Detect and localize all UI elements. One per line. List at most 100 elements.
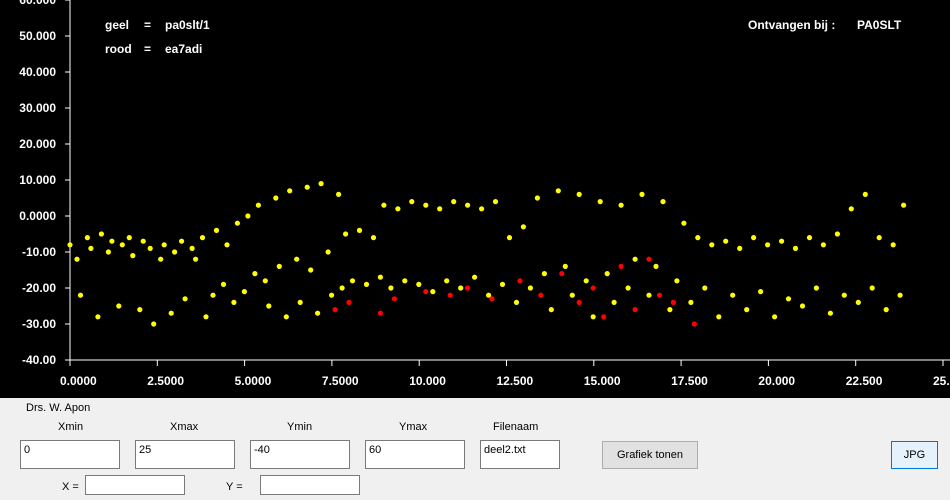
data-point-yellow	[765, 242, 771, 248]
data-point-yellow	[213, 227, 220, 233]
data-point-yellow	[779, 238, 785, 244]
legend-yellow-name: geel	[105, 18, 129, 32]
x-tick-label: 25.	[933, 374, 950, 388]
data-point-red	[670, 299, 677, 305]
data-point-yellow	[562, 263, 568, 269]
data-point-yellow	[74, 256, 80, 262]
data-point-red	[691, 321, 698, 327]
y-coord-field[interactable]	[260, 475, 360, 495]
data-point-yellow	[172, 249, 178, 255]
xmax-input[interactable]: 25	[135, 440, 235, 469]
data-point-yellow	[576, 191, 582, 197]
legend-yellow-station: pa0slt/1	[165, 18, 210, 32]
data-point-yellow	[325, 249, 331, 255]
received-label: Ontvangen bij :	[748, 18, 835, 32]
data-point-yellow	[294, 256, 300, 262]
data-point-yellow	[356, 227, 363, 233]
data-point-yellow	[827, 310, 834, 316]
y-tick-label: -10.00	[22, 245, 56, 259]
data-point-red	[576, 299, 582, 305]
data-point-red	[618, 263, 624, 269]
data-point-yellow	[224, 242, 230, 248]
data-point-yellow	[363, 281, 370, 287]
data-point-yellow	[513, 299, 520, 305]
data-point-yellow	[569, 292, 575, 298]
data-point-red	[601, 314, 607, 320]
data-point-red	[517, 278, 523, 284]
data-point-yellow	[318, 181, 324, 187]
ymin-input[interactable]: -40	[250, 440, 350, 469]
legend-red-station: ea7adi	[165, 42, 202, 56]
data-point-yellow	[151, 321, 157, 327]
xmax-label: Xmax	[170, 421, 199, 433]
data-point-yellow	[336, 191, 342, 197]
data-point-yellow	[189, 245, 195, 251]
data-point-yellow	[130, 253, 136, 259]
data-point-yellow	[792, 245, 799, 251]
x-coord-field[interactable]	[85, 475, 185, 495]
data-point-red	[646, 256, 652, 262]
data-point-yellow	[458, 285, 464, 291]
data-point-yellow	[744, 307, 750, 313]
data-point-yellow	[416, 281, 422, 287]
xmin-input[interactable]: 0	[20, 440, 120, 469]
data-point-yellow	[869, 285, 875, 291]
data-point-yellow	[527, 285, 534, 291]
data-point-yellow	[772, 314, 778, 320]
y-tick-label: 20.000	[19, 137, 56, 151]
data-point-red	[447, 292, 453, 298]
data-point-red	[465, 285, 471, 291]
legend-yellow-eq: =	[144, 18, 151, 32]
data-point-yellow	[402, 278, 408, 284]
jpg-button[interactable]: JPG	[891, 441, 938, 469]
data-point-yellow	[381, 202, 387, 208]
data-point-red	[656, 292, 663, 298]
data-point-yellow	[116, 303, 122, 309]
data-point-yellow	[437, 206, 443, 212]
data-point-yellow	[737, 245, 743, 251]
data-point-yellow	[84, 235, 90, 241]
data-point-yellow	[88, 245, 94, 251]
x-tick-label: 0.0000	[60, 374, 97, 388]
data-point-yellow	[506, 235, 513, 241]
data-point-yellow	[646, 292, 652, 298]
data-point-yellow	[632, 256, 638, 262]
data-point-yellow	[119, 242, 125, 248]
data-point-yellow	[430, 289, 436, 295]
data-point-yellow	[548, 307, 554, 313]
y-tick-label: -30.00	[22, 317, 56, 331]
filename-input[interactable]: deel2.txt	[480, 440, 560, 469]
data-point-yellow	[702, 285, 708, 291]
data-point-yellow	[199, 235, 206, 241]
data-point-red	[423, 289, 429, 295]
data-point-yellow	[820, 242, 827, 248]
data-point-yellow	[255, 202, 261, 208]
show-graph-button[interactable]: Grafiek tonen	[602, 441, 698, 469]
x-tick-label: 2.5000	[147, 374, 184, 388]
data-point-yellow	[283, 314, 289, 320]
x-tick-label: 22.500	[846, 374, 883, 388]
data-point-yellow	[674, 278, 680, 284]
data-point-yellow	[444, 278, 450, 284]
data-point-yellow	[168, 310, 174, 316]
data-point-yellow	[625, 285, 631, 291]
filename-label: Filenaam	[493, 421, 539, 433]
data-point-yellow	[329, 292, 335, 298]
data-point-yellow	[688, 299, 694, 305]
data-point-yellow	[98, 231, 104, 237]
ymax-input[interactable]: 60	[365, 440, 465, 469]
data-point-yellow	[67, 242, 73, 248]
data-point-red	[377, 310, 383, 316]
data-point-yellow	[276, 263, 282, 269]
data-point-yellow	[315, 310, 321, 316]
ymin-label: Ymin	[287, 421, 313, 433]
scatter-plot: 60.000 50.000 40.000 30.000 20.000 10.000 0.00…	[19, 0, 950, 388]
data-point-yellow	[597, 199, 603, 205]
legend-red-name: rood	[105, 42, 132, 56]
data-point-yellow	[709, 242, 715, 248]
data-point-yellow	[262, 278, 268, 284]
legend-red-eq: =	[144, 42, 151, 56]
plot-area[interactable]: 60.000 50.000 40.000 30.000 20.000 10.000 0.00…	[0, 0, 950, 398]
data-point-yellow	[245, 213, 251, 219]
data-point-yellow	[618, 202, 624, 208]
